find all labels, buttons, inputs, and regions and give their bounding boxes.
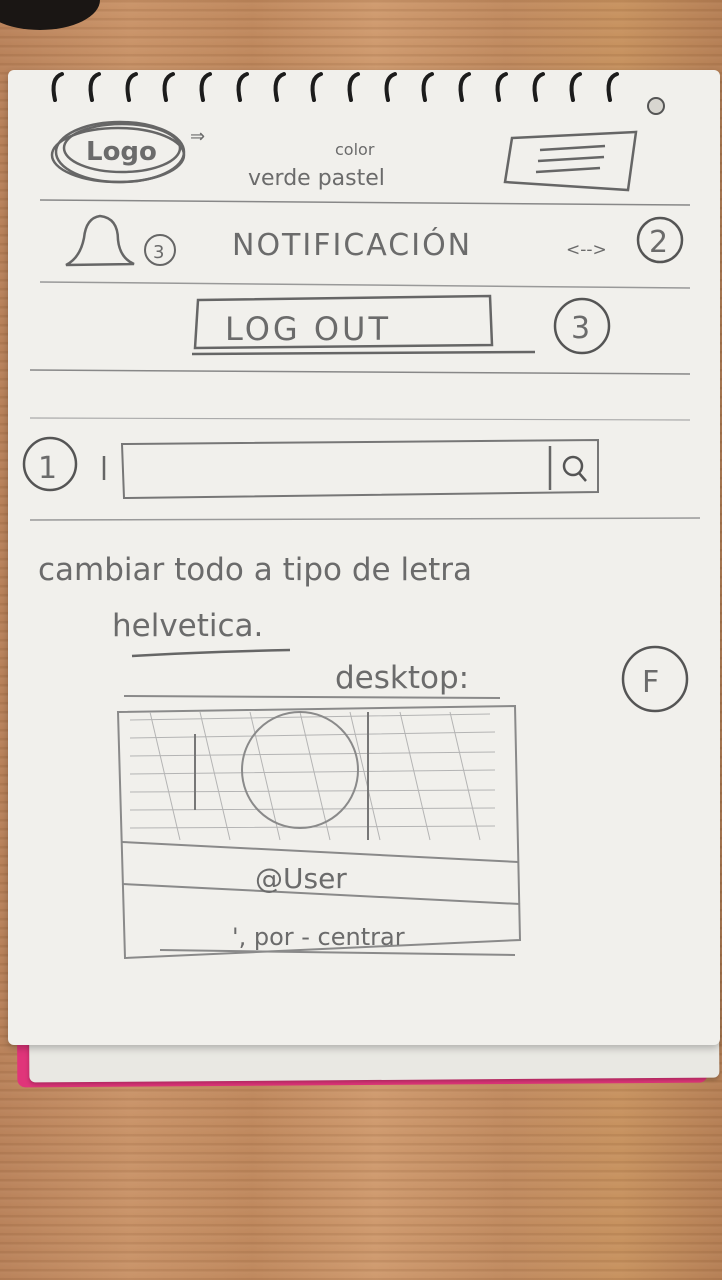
- logout-step: 3: [571, 311, 590, 346]
- divider: [29, 369, 691, 375]
- avatar: [241, 711, 359, 829]
- search-step: 1: [38, 451, 57, 486]
- divider: [39, 199, 691, 206]
- sketch-drawing: Logo ⇒ color verde pastel 3 NOTIFICACIÓN…: [22, 72, 701, 960]
- spiral-binding: [51, 72, 619, 102]
- logo-arrow: ⇒: [190, 126, 205, 147]
- notification-badge: 3: [153, 242, 164, 263]
- divider: [29, 517, 701, 521]
- search-icon: [562, 455, 584, 477]
- search-input: [120, 438, 599, 500]
- desktop-step: F: [642, 665, 659, 700]
- notification-label: NOTIFICACIÓN: [232, 226, 472, 263]
- menu-icon: [503, 130, 638, 192]
- color-value: verde pastel: [248, 166, 385, 191]
- desktop-label: desktop:: [335, 660, 469, 696]
- font-note: cambiar todo a tipo de letra: [38, 552, 472, 588]
- logo-label: Logo: [86, 137, 157, 167]
- font-value: helvetica.: [112, 608, 263, 644]
- binding-hole: [647, 97, 665, 115]
- center-note: ', por - centrar: [232, 923, 405, 951]
- username: @User: [255, 862, 347, 895]
- logout-label: LOG OUT: [225, 310, 391, 348]
- underline: [191, 350, 536, 356]
- notification-step: 2: [649, 225, 668, 260]
- divider: [29, 417, 691, 421]
- search-icon-handle: [578, 472, 587, 482]
- divider: [39, 281, 691, 289]
- underline: [131, 648, 291, 658]
- color-note: color: [335, 140, 375, 159]
- bell-icon: [65, 214, 135, 267]
- header-hatching: [129, 711, 496, 841]
- notification-arrows: <-->: [566, 240, 607, 260]
